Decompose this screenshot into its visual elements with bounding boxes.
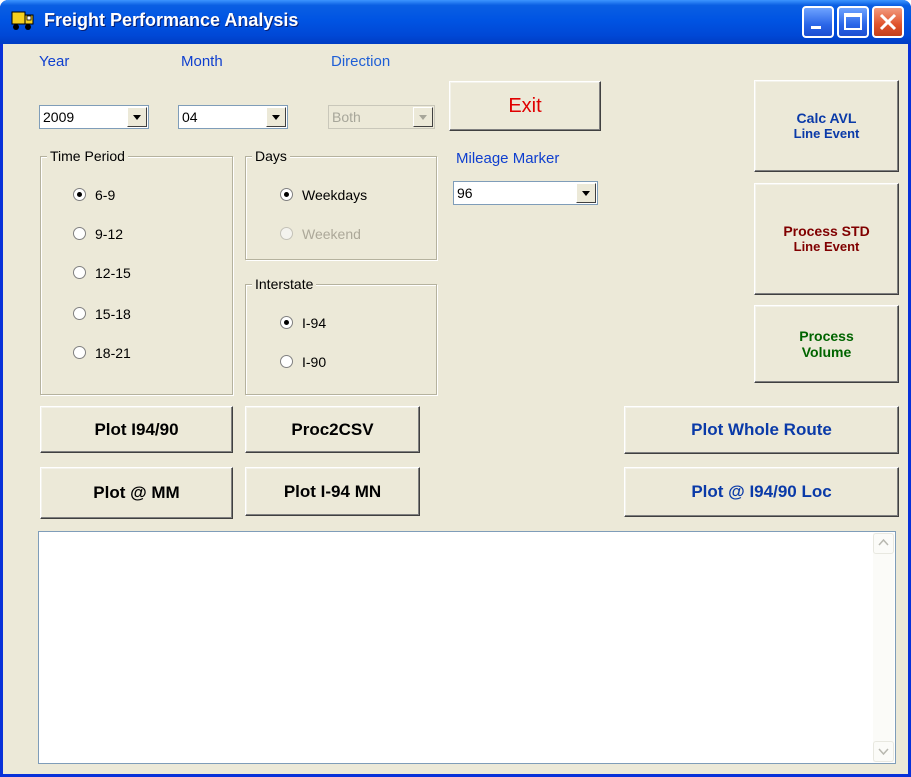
proc2csv-button[interactable]: Proc2CSV <box>245 406 420 453</box>
direction-value: Both <box>332 109 361 125</box>
scroll-down-button[interactable] <box>873 741 894 762</box>
radio-icon[interactable] <box>73 307 86 320</box>
close-button[interactable] <box>872 6 904 38</box>
plot-at-i94-90-loc-button[interactable]: Plot @ I94/90 Loc <box>624 467 899 517</box>
chevron-down-icon[interactable] <box>576 183 596 203</box>
process-std-line1: Process STD <box>783 223 870 239</box>
radio-icon[interactable] <box>73 227 86 240</box>
radio-label: 18-21 <box>95 345 131 361</box>
radio-checked-icon[interactable] <box>280 316 293 329</box>
maximize-icon <box>844 13 862 30</box>
chevron-down-icon[interactable] <box>413 107 433 127</box>
plot-at-mm-button[interactable]: Plot @ MM <box>40 467 233 519</box>
calc-avl-line-event-button[interactable]: Calc AVL Line Event <box>754 80 899 172</box>
interstate-title: Interstate <box>252 276 317 292</box>
process-volume-button[interactable]: Process Volume <box>754 305 899 383</box>
time-period-group: Time Period 6-9 9-12 12-15 15-18 18-21 <box>40 148 233 395</box>
radio-label: 9-12 <box>95 226 124 242</box>
year-label: Year <box>39 53 70 70</box>
radio-label: Weekend <box>302 226 361 242</box>
app-truck-icon <box>11 11 34 30</box>
radio-label: 12-15 <box>95 265 131 281</box>
month-label: Month <box>181 53 223 70</box>
chevron-down-icon <box>878 748 889 756</box>
days-group: Days Weekdays Weekend <box>245 148 437 260</box>
radio-icon[interactable] <box>73 346 86 359</box>
direction-label: Direction <box>331 53 391 70</box>
window-title: Freight Performance Analysis <box>44 10 299 30</box>
process-volume-line1: Process <box>799 328 854 344</box>
minimize-icon <box>811 26 821 29</box>
month-select[interactable]: 04 <box>178 105 288 129</box>
days-title: Days <box>252 148 290 164</box>
calc-avl-line2: Line Event <box>793 126 860 141</box>
title-bar[interactable]: Freight Performance Analysis <box>0 0 911 44</box>
radio-icon[interactable] <box>280 355 293 368</box>
radio-label: Weekdays <box>302 187 368 203</box>
plot-i94-90-button[interactable]: Plot I94/90 <box>40 406 233 453</box>
radio-icon[interactable] <box>280 227 293 240</box>
close-icon <box>879 13 897 31</box>
mileage-marker-value: 96 <box>457 185 473 201</box>
scroll-up-button[interactable] <box>873 533 894 554</box>
month-value: 04 <box>182 109 198 125</box>
direction-select[interactable]: Both <box>328 105 435 129</box>
chevron-down-icon[interactable] <box>266 107 286 127</box>
calc-avl-line1: Calc AVL <box>796 110 857 126</box>
radio-label: I-94 <box>302 315 327 331</box>
mileage-marker-label: Mileage Marker <box>456 150 560 167</box>
radio-label: 6-9 <box>95 187 116 203</box>
process-std-line2: Line Event <box>793 239 860 254</box>
time-period-title: Time Period <box>47 148 128 164</box>
mileage-marker-select[interactable]: 96 <box>453 181 598 205</box>
chevron-down-icon[interactable] <box>127 107 147 127</box>
exit-button[interactable]: Exit <box>449 81 601 131</box>
radio-icon[interactable] <box>73 266 86 279</box>
process-std-line-event-button[interactable]: Process STD Line Event <box>754 183 899 295</box>
minimize-button[interactable] <box>802 6 834 38</box>
chevron-up-icon <box>878 538 889 546</box>
maximize-button[interactable] <box>837 6 869 38</box>
vertical-scrollbar[interactable] <box>873 533 894 762</box>
radio-checked-icon[interactable] <box>280 188 293 201</box>
interstate-group: Interstate I-94 I-90 <box>245 276 437 395</box>
plot-i94-mn-button[interactable]: Plot I-94 MN <box>245 467 420 516</box>
radio-checked-icon[interactable] <box>73 188 86 201</box>
radio-label: 15-18 <box>95 306 131 322</box>
year-select[interactable]: 2009 <box>39 105 149 129</box>
radio-label: I-90 <box>302 354 327 370</box>
output-textarea[interactable] <box>38 531 896 764</box>
app-window: Freight Performance Analysis Year 2009 M… <box>0 0 911 777</box>
plot-whole-route-button[interactable]: Plot Whole Route <box>624 406 899 454</box>
year-value: 2009 <box>43 109 75 125</box>
process-volume-line2: Volume <box>801 344 852 360</box>
